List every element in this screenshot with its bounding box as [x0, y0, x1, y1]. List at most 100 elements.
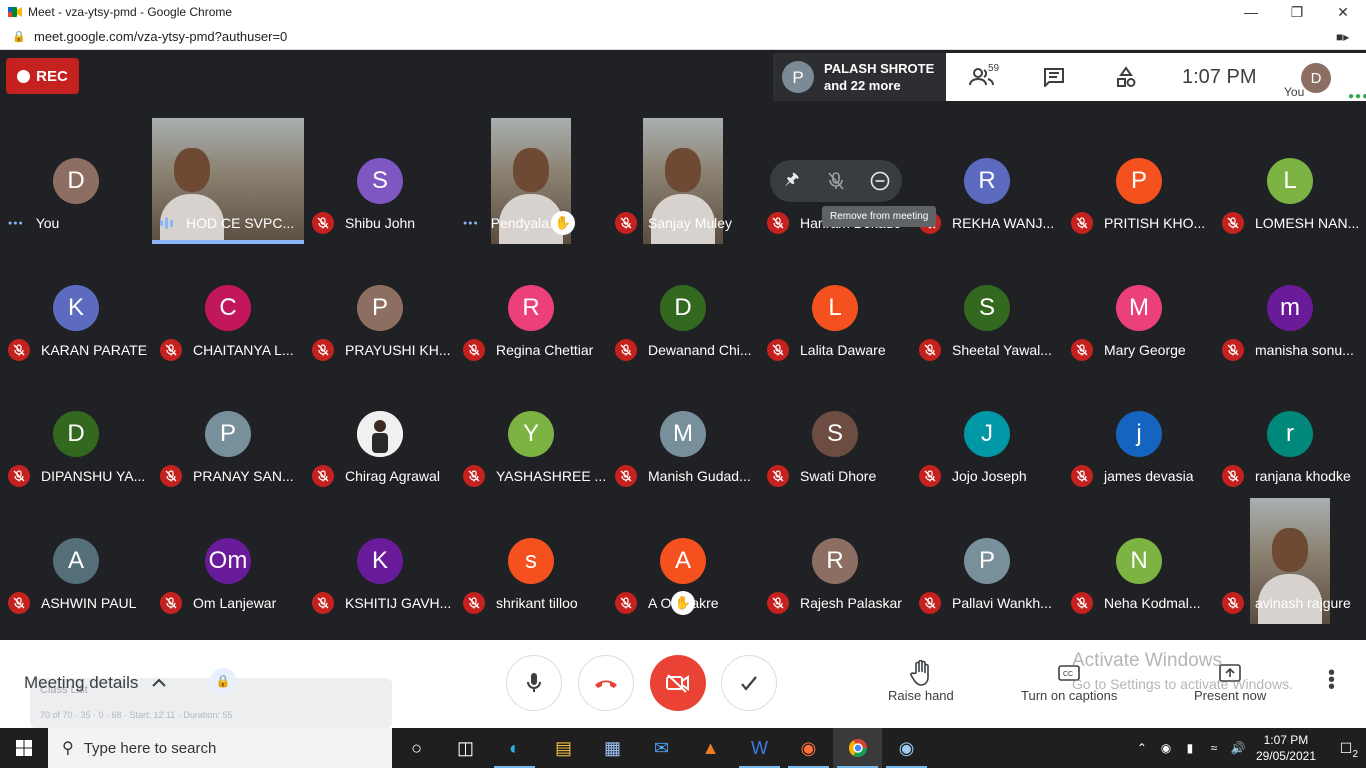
speaking-icon [160, 217, 182, 229]
presenter-chip[interactable]: P PALASH SHROTE and 22 more [773, 53, 948, 101]
participant-tile[interactable]: M Manish Gudad... [607, 371, 759, 497]
self-view-button[interactable]: D You [1284, 55, 1334, 99]
file-explorer-icon[interactable]: ▤ [539, 728, 588, 768]
participant-avatar: R [812, 538, 858, 584]
participant-tile[interactable]: K KARAN PARATE [0, 245, 152, 371]
taskbar-clock[interactable]: 1:07 PM 29/05/2021 [1256, 732, 1316, 764]
participant-name: Swati Dhore [800, 468, 877, 484]
participant-name: REKHA WANJ... [952, 215, 1055, 231]
lock-icon[interactable]: 🔒 [12, 30, 32, 43]
shield-tray-icon[interactable]: ◉ [1154, 741, 1178, 755]
participant-tile[interactable]: m manisha sonu... [1214, 245, 1366, 371]
raised-hand-icon: ✋ [671, 591, 695, 615]
start-button[interactable] [0, 728, 48, 768]
participant-tile[interactable]: M Mary George [1063, 245, 1215, 371]
wifi-icon[interactable]: ≈ [1202, 741, 1226, 755]
participant-tile[interactable]: s shrikant tilloo [455, 498, 607, 624]
participant-tile[interactable]: P PRAYUSHI KH... [304, 245, 456, 371]
store-icon[interactable]: ▦ [588, 728, 637, 768]
participant-tile[interactable]: R Rajesh Palaskar [759, 498, 911, 624]
participant-tile[interactable]: D Dewanand Chi... [607, 245, 759, 371]
volume-icon[interactable]: 🔊 [1226, 741, 1250, 755]
overlay-lock-icon[interactable]: 🔒 [210, 668, 236, 694]
participant-avatar: L [1267, 158, 1313, 204]
participant-tile[interactable]: P Pallavi Wankh... [911, 498, 1063, 624]
participant-tile[interactable]: Y YASHASHREE ... [455, 371, 607, 497]
participant-avatar: P [964, 538, 1010, 584]
mic-off-icon [919, 465, 941, 487]
leave-call-button[interactable] [578, 655, 634, 711]
participant-tile[interactable]: J Jojo Joseph [911, 371, 1063, 497]
participant-nameplate: PRANAY SAN... [160, 464, 294, 488]
mic-off-icon [160, 592, 182, 614]
meeting-details-button[interactable]: Meeting details [24, 673, 167, 693]
raise-hand-button[interactable]: Raise hand [888, 658, 954, 703]
window-titlebar: Meet - vza-ytsy-pmd - Google Chrome — ❐ … [0, 0, 1366, 24]
participant-avatar: s [508, 538, 554, 584]
participant-tile[interactable]: C CHAITANYA L... [152, 245, 304, 371]
notification-center-button[interactable]: ☐ 2 [1326, 728, 1366, 768]
participant-name: PRANAY SAN... [193, 468, 294, 484]
participant-tile[interactable]: Sanjay Muley [607, 118, 759, 244]
activities-button[interactable] [1090, 53, 1162, 101]
participant-tile[interactable]: S Sheetal Yawal... [911, 245, 1063, 371]
chat-button[interactable] [1018, 53, 1090, 101]
participant-tile[interactable]: j james devasia [1063, 371, 1215, 497]
address-bar[interactable]: 🔒 meet.google.com/vza-ytsy-pmd?authuser=… [0, 24, 1366, 50]
participant-tile[interactable]: N Neha Kodmal... [1063, 498, 1215, 624]
url-text[interactable]: meet.google.com/vza-ytsy-pmd?authuser=0 [34, 29, 1336, 44]
matlab-icon[interactable]: ▲ [686, 728, 735, 768]
people-button[interactable]: 59 [946, 53, 1018, 101]
chat-icon [1044, 68, 1064, 87]
participant-tile[interactable]: ●●● Pendyala... ✋ [455, 118, 607, 244]
activities-icon [1117, 66, 1136, 87]
participant-tile[interactable]: R Regina Chettiar [455, 245, 607, 371]
remove-participant-icon[interactable] [865, 166, 895, 196]
participant-tile[interactable]: D ●●● You [0, 118, 152, 244]
camera-in-use-icon[interactable]: ■▸ [1336, 30, 1366, 44]
participant-tile[interactable]: Chirag Agrawal [304, 371, 456, 497]
mail-icon[interactable]: ✉ [637, 728, 686, 768]
microphone-button[interactable] [506, 655, 562, 711]
participant-nameplate: avinash rajgure [1222, 591, 1351, 615]
participant-tile[interactable]: r ranjana khodke [1214, 371, 1366, 497]
participant-tile[interactable]: A ASHWIN PAUL [0, 498, 152, 624]
task-view-icon[interactable]: ◫ [441, 728, 490, 768]
word-icon[interactable]: W [735, 728, 784, 768]
edge-icon[interactable]: ◐ [490, 728, 539, 768]
attendance-check-button[interactable] [721, 655, 777, 711]
more-options-icon[interactable]: • • • [1328, 663, 1335, 697]
self-label: You [1284, 85, 1305, 99]
chrome-icon[interactable] [833, 728, 882, 768]
participant-nameplate: A O Thakre [615, 591, 719, 615]
chevron-up-tray-icon[interactable]: ⌃ [1130, 741, 1154, 755]
participant-tile[interactable]: HOD CE SVPC... [152, 118, 304, 244]
mute-participant-icon[interactable] [821, 166, 851, 196]
paint-icon[interactable]: ◉ [882, 728, 931, 768]
participant-tile[interactable]: L LOMESH NAN... [1214, 118, 1366, 244]
participant-tile[interactable]: Om Om Lanjewar [152, 498, 304, 624]
participant-tile[interactable]: P PRITISH KHO... [1063, 118, 1215, 244]
taskbar-search-box[interactable]: ⚲ Type here to search [48, 728, 392, 768]
battery-icon[interactable]: ▮ [1178, 741, 1202, 755]
recording-badge[interactable]: REC [6, 58, 79, 94]
firefox-icon[interactable]: ◉ [784, 728, 833, 768]
mic-off-icon [1222, 592, 1244, 614]
participant-tile[interactable]: K KSHITIJ GAVH... [304, 498, 456, 624]
cortana-icon[interactable]: ○ [392, 728, 441, 768]
minimize-button[interactable]: — [1228, 0, 1274, 24]
participant-tile[interactable]: P PRANAY SAN... [152, 371, 304, 497]
participant-tile[interactable]: S Shibu John [304, 118, 456, 244]
restore-button[interactable]: ❐ [1274, 0, 1320, 24]
participant-tile[interactable]: avinash rajgure [1214, 498, 1366, 624]
mic-off-icon [919, 339, 941, 361]
pin-icon[interactable]: 🖈 [777, 166, 807, 196]
camera-off-button[interactable] [650, 655, 706, 711]
participant-tile[interactable]: S Swati Dhore [759, 371, 911, 497]
participant-name: Mary George [1104, 342, 1186, 358]
close-window-button[interactable]: ✕ [1320, 0, 1366, 24]
participant-tile[interactable]: D DIPANSHU YA... [0, 371, 152, 497]
participant-tile[interactable]: L Lalita Daware [759, 245, 911, 371]
participant-name: Shibu John [345, 215, 416, 231]
participant-tile[interactable]: A A O Thakre ✋ [607, 498, 759, 624]
